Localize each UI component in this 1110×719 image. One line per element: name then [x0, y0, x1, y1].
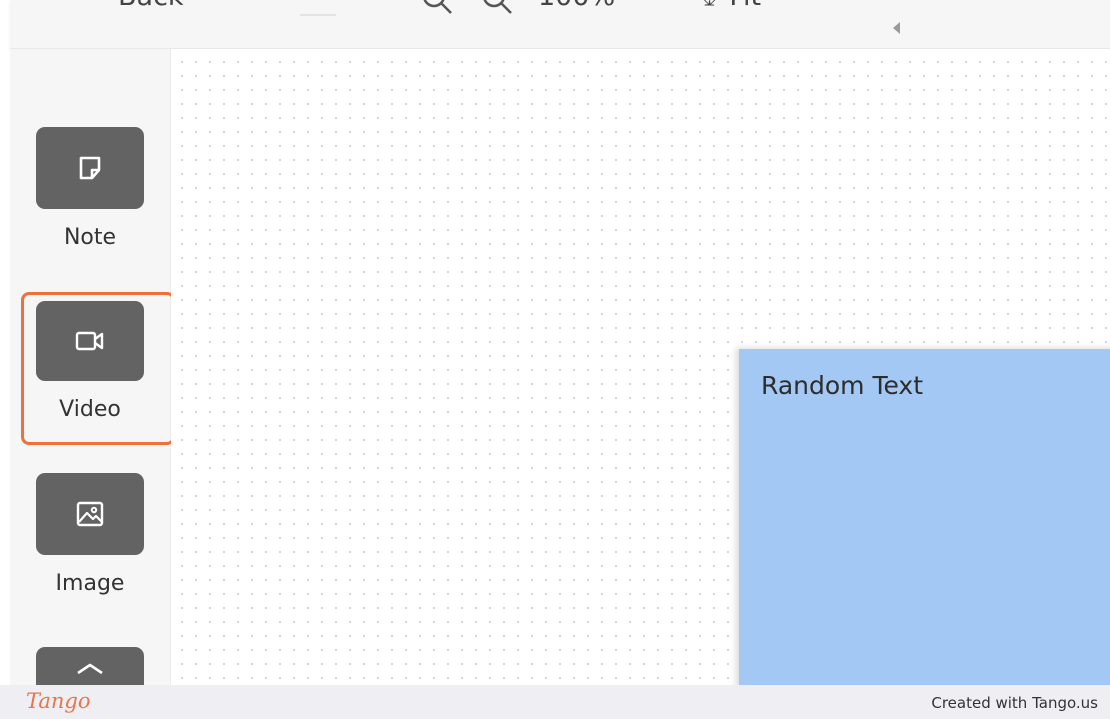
tango-footer: Tango Created with Tango.us — [0, 685, 1110, 719]
back-label: Back — [118, 0, 184, 12]
note-tool-label: Note — [63, 225, 117, 250]
note-tool-button[interactable] — [36, 127, 144, 209]
zoom-in-icon — [483, 0, 512, 14]
zoom-level: 100% — [538, 0, 615, 12]
tango-logo: Tango — [26, 689, 91, 713]
toolbar-divider — [300, 14, 336, 16]
note-card[interactable]: Random Text — [739, 349, 1110, 689]
image-tool-button[interactable] — [36, 473, 144, 555]
note-card-text[interactable]: Random Text — [761, 371, 923, 400]
fit-arrows-icon: ⤡⤢ — [696, 0, 723, 10]
image-tool[interactable]: Image — [10, 473, 170, 596]
layers-icon — [77, 663, 103, 675]
zoom-level-text: 100% — [538, 0, 615, 12]
zoom-out-icon — [423, 0, 452, 14]
collapse-arrow-icon[interactable] — [893, 22, 900, 34]
zoom-out-button[interactable] — [420, 0, 454, 16]
fit-button[interactable]: ⤡⤢ Fit — [696, 0, 761, 15]
video-tool-highlight — [21, 292, 175, 445]
note-icon — [79, 156, 101, 180]
footer-credit: Created with Tango.us — [931, 694, 1098, 712]
top-toolbar: Back 100% ⤡⤢ Fit — [10, 0, 1110, 49]
image-icon — [76, 501, 104, 527]
fit-label: Fit — [729, 0, 761, 12]
back-button[interactable]: Back — [118, 0, 184, 12]
image-tool-label: Image — [55, 571, 125, 596]
page: Back 100% ⤡⤢ Fit — [0, 0, 1110, 719]
zoom-in-button[interactable] — [480, 0, 514, 16]
note-tool[interactable]: Note — [10, 127, 170, 250]
